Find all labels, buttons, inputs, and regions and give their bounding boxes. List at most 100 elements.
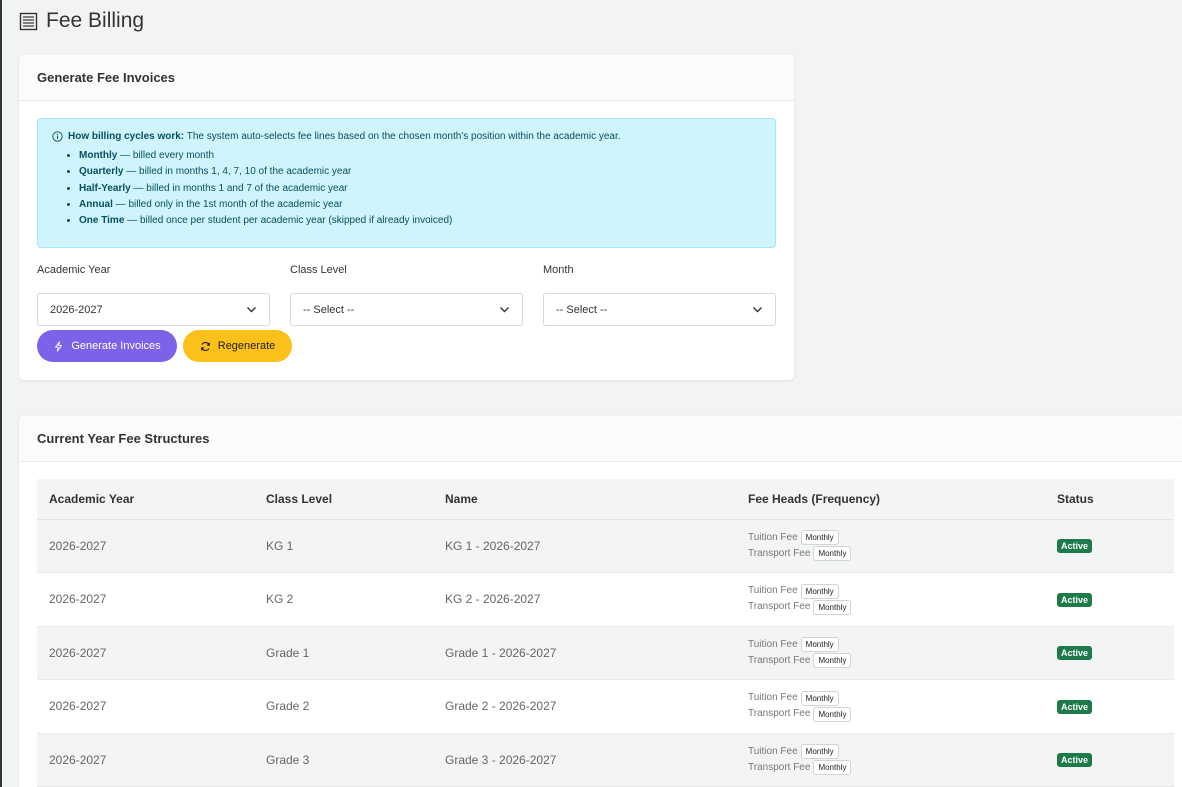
cycle-description: — billed every month <box>117 150 215 161</box>
cell-academic-year: 2026-2027 <box>37 626 254 680</box>
cell-fee-heads: Tuition Fee Monthly Transport Fee Monthly <box>736 572 1045 627</box>
regenerate-label: Regenerate <box>217 340 276 352</box>
fee-line: Tuition Fee Monthly <box>748 530 1045 546</box>
fee-line: Tuition Fee Monthly <box>748 583 1045 599</box>
cell-fee-heads: Tuition Fee Monthly Transport Fee Monthly <box>736 733 1045 787</box>
cell-fee-heads: Tuition Fee Monthly Transport Fee Monthly <box>736 519 1045 573</box>
frequency-badge: Monthly <box>800 744 839 760</box>
info-lead-text: The system auto-selects fee lines based … <box>184 131 621 142</box>
billing-cycle-item: One Time — billed once per student per a… <box>79 213 761 229</box>
month-label: Month <box>543 264 574 276</box>
cell-fee-heads: Tuition Fee Monthly Transport Fee Monthly <box>736 626 1045 680</box>
cell-academic-year: 2026-2027 <box>37 733 254 787</box>
billing-cycle-item: Annual — billed only in the 1st month of… <box>79 197 761 213</box>
fee-structures-title: Current Year Fee Structures <box>19 416 1182 462</box>
fee-head: Transport Fee <box>748 761 811 773</box>
cell-status: Active <box>1045 572 1174 627</box>
status-badge: Active <box>1057 699 1093 714</box>
cell-name: Grade 3 - 2026-2027 <box>433 733 736 787</box>
frequency-badge: Monthly <box>800 530 839 546</box>
cell-class-level: Grade 1 <box>254 626 433 680</box>
table-row: 2026-2027 KG 2 KG 2 - 2026-2027 Tuition … <box>37 572 1174 627</box>
column-header-class-level: Class Level <box>254 479 433 520</box>
generate-invoices-label: Generate Invoices <box>71 340 161 352</box>
chevron-down-icon <box>246 304 257 315</box>
generate-invoices-card: Generate Fee Invoices How billing cycles… <box>19 55 794 380</box>
receipt-icon <box>19 12 38 31</box>
generate-invoices-button[interactable]: Generate Invoices <box>37 330 177 362</box>
lightning-icon <box>53 340 64 352</box>
cell-class-level: KG 1 <box>254 519 433 573</box>
fee-head: Tuition Fee <box>748 531 798 543</box>
refresh-icon <box>200 341 211 352</box>
table-row: 2026-2027 Grade 3 Grade 3 - 2026-2027 Tu… <box>37 733 1174 787</box>
status-badge: Active <box>1057 753 1093 768</box>
fee-line: Transport Fee Monthly <box>748 760 1045 776</box>
class-level-group: Class Level -- Select -- <box>290 264 523 326</box>
class-level-label: Class Level <box>290 264 347 276</box>
cell-name: KG 1 - 2026-2027 <box>433 519 736 573</box>
column-header-status: Status <box>1045 479 1174 520</box>
cell-academic-year: 2026-2027 <box>37 572 254 627</box>
page-title: Fee Billing <box>46 9 145 32</box>
cell-class-level: Grade 2 <box>254 679 433 734</box>
fee-line: Tuition Fee Monthly <box>748 690 1045 706</box>
cell-name: Grade 2 - 2026-2027 <box>433 679 736 734</box>
fee-head: Transport Fee <box>748 547 811 559</box>
cycle-description: — billed in months 1, 4, 7, 10 of the ac… <box>123 166 352 178</box>
frequency-badge: Monthly <box>800 583 839 599</box>
academic-year-select[interactable]: 2026-2027 <box>37 293 270 326</box>
cell-class-level: KG 2 <box>254 572 433 627</box>
cell-status: Active <box>1045 733 1174 787</box>
chevron-down-icon <box>499 304 510 315</box>
frequency-badge: Monthly <box>813 653 852 669</box>
cell-status: Active <box>1045 679 1174 734</box>
fee-head: Transport Fee <box>748 708 811 720</box>
table-row: 2026-2027 KG 1 KG 1 - 2026-2027 Tuition … <box>37 519 1174 573</box>
frequency-badge: Monthly <box>813 706 852 722</box>
billing-cycle-item: Half-Yearly — billed in months 1 and 7 o… <box>79 181 761 197</box>
cell-class-level: Grade 3 <box>254 733 433 787</box>
cycle-name: Monthly <box>79 150 118 161</box>
status-badge: Active <box>1057 539 1093 554</box>
fee-structures-card: Current Year Fee Structures Academic Yea… <box>19 416 1182 787</box>
academic-year-value: 2026-2027 <box>50 303 103 316</box>
fee-head: Transport Fee <box>748 601 811 613</box>
cell-status: Active <box>1045 626 1174 680</box>
frequency-badge: Monthly <box>813 760 852 776</box>
fee-head: Tuition Fee <box>748 585 798 597</box>
fee-line: Transport Fee Monthly <box>748 546 1045 562</box>
cycle-name: Quarterly <box>79 166 124 178</box>
column-header-fee-heads: Fee Heads (Frequency) <box>736 479 1045 520</box>
frequency-badge: Monthly <box>800 637 839 653</box>
month-select[interactable]: -- Select -- <box>543 293 776 326</box>
table-header: Academic Year Class Level Name Fee Heads… <box>37 479 1174 520</box>
info-icon <box>52 131 63 142</box>
fee-line: Tuition Fee Monthly <box>748 744 1045 760</box>
frequency-badge: Monthly <box>813 546 852 562</box>
fee-structures-table: Academic Year Class Level Name Fee Heads… <box>37 479 1174 787</box>
regenerate-button[interactable]: Regenerate <box>183 330 292 362</box>
column-header-name: Name <box>433 479 736 520</box>
cell-academic-year: 2026-2027 <box>37 679 254 734</box>
class-level-select[interactable]: -- Select -- <box>290 293 523 326</box>
billing-cycles-info-alert: How billing cycles work: The system auto… <box>37 118 776 248</box>
class-level-value: -- Select -- <box>303 303 355 316</box>
billing-cycle-item: Quarterly — billed in months 1, 4, 7, 10… <box>79 164 761 180</box>
academic-year-group: Academic Year 2026-2027 <box>37 264 270 326</box>
cycle-name: One Time <box>79 215 125 227</box>
cycle-description: — billed once per student per academic y… <box>124 215 453 227</box>
billing-cycle-list: Monthly — billed every month Quarterly —… <box>52 148 761 229</box>
action-buttons: Generate Invoices Regenerate <box>37 330 292 362</box>
cycle-description: — billed in months 1 and 7 of the academ… <box>130 182 348 194</box>
fee-head: Transport Fee <box>748 654 811 666</box>
left-edge-border <box>0 0 2 787</box>
fee-line: Transport Fee Monthly <box>748 706 1045 722</box>
status-badge: Active <box>1057 646 1093 661</box>
chevron-down-icon <box>752 304 763 315</box>
table-row: 2026-2027 Grade 1 Grade 1 - 2026-2027 Tu… <box>37 626 1174 680</box>
frequency-badge: Monthly <box>800 690 839 706</box>
fee-line: Transport Fee Monthly <box>748 599 1045 615</box>
fee-head: Tuition Fee <box>748 692 798 704</box>
cycle-name: Half-Yearly <box>79 182 131 194</box>
